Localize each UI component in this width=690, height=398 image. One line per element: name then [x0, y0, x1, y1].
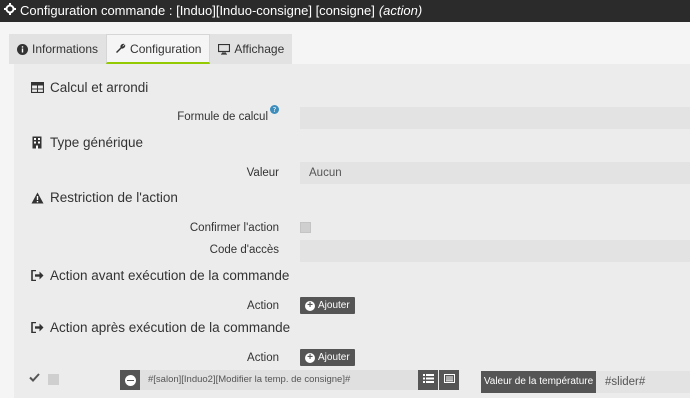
section-post-action-title: Action après exécution de la commande: [30, 320, 290, 335]
list-alt-icon: [443, 374, 455, 386]
access-code-input[interactable]: [300, 240, 690, 262]
window-title: Configuration commande : [Induo][Induo-c…: [20, 3, 375, 18]
formula-input[interactable]: [300, 107, 690, 129]
post-action-add-button[interactable]: + Ajouter: [300, 349, 355, 366]
generic-type-select[interactable]: Aucun: [300, 162, 690, 184]
formula-label-text: Formule de calcul: [177, 111, 268, 123]
minus-circle-icon: [124, 374, 136, 386]
section-generic-label: Type générique: [50, 135, 144, 150]
access-code-label: Code d'accès: [150, 244, 279, 256]
post-action-label-text: Action: [247, 352, 279, 364]
question-circle-icon[interactable]: ?: [270, 105, 279, 116]
pre-action-label-text: Action: [247, 300, 279, 312]
check-icon: [29, 373, 40, 385]
action-enabled-checkbox[interactable]: [48, 374, 59, 385]
section-calcul-title: Calcul et arrondi: [30, 80, 148, 95]
monitor-icon: [218, 43, 231, 55]
tab-informations[interactable]: Informations: [9, 34, 107, 64]
list-icon: [422, 374, 434, 386]
section-generic-title: Type générique: [30, 135, 143, 150]
section-calcul-label: Calcul et arrondi: [50, 80, 149, 95]
tab-informations-label: Informations: [32, 42, 99, 56]
table-icon: [30, 82, 44, 93]
plus-circle-icon: +: [305, 300, 315, 311]
select-action-button[interactable]: [439, 370, 459, 390]
building-icon: [30, 136, 44, 149]
access-code-label-text: Code d'accès: [209, 244, 279, 256]
confirm-action-label-text: Confirmer l'action: [189, 222, 279, 234]
generic-value-label: Valeur: [200, 167, 279, 179]
window-title-type: (action): [378, 3, 423, 18]
formula-label: Formule de calcul: [150, 111, 268, 123]
confirm-action-checkbox[interactable]: [300, 222, 311, 233]
gear-icon: [4, 0, 16, 22]
pre-action-add-label: Ajouter: [318, 300, 350, 311]
modal-content: Informations Configuration Affichage: [0, 22, 690, 398]
pre-action-add-button[interactable]: + Ajouter: [300, 297, 355, 314]
sign-out-icon: [30, 270, 44, 281]
select-command-button[interactable]: [418, 370, 438, 390]
window-title-bar: Configuration commande : [Induo][Induo-c…: [0, 0, 690, 22]
tab-bar: Informations Configuration Affichage: [9, 34, 293, 64]
info-circle-icon: [17, 43, 28, 55]
temperature-value-label: Valeur de la température: [481, 371, 596, 393]
tab-affichage-label: Affichage: [234, 42, 285, 56]
warning-icon: [30, 192, 44, 204]
tab-configuration[interactable]: Configuration: [106, 34, 211, 64]
post-action-label: Action: [200, 352, 279, 364]
sign-out-icon: [30, 322, 44, 333]
pre-action-label: Action: [200, 300, 279, 312]
generic-value-label-text: Valeur: [246, 167, 279, 179]
remove-action-button[interactable]: [120, 370, 140, 390]
temperature-value-input[interactable]: #slider#: [596, 371, 690, 393]
section-restriction-title: Restriction de l'action: [30, 190, 178, 205]
confirm-action-label: Confirmer l'action: [150, 222, 279, 234]
section-pre-action-title: Action avant exécution de la commande: [30, 268, 289, 283]
post-action-add-label: Ajouter: [318, 352, 350, 363]
section-post-action-label: Action après exécution de la commande: [50, 320, 291, 335]
action-command-input[interactable]: #[salon][Induo2][Modifier la temp. de co…: [140, 370, 418, 390]
section-restriction-label: Restriction de l'action: [50, 190, 178, 205]
section-pre-action-label: Action avant exécution de la commande: [50, 268, 290, 283]
tab-configuration-label: Configuration: [130, 41, 202, 56]
plus-circle-icon: +: [305, 352, 315, 363]
svg-text:?: ?: [273, 106, 277, 114]
wrench-icon: [115, 43, 126, 54]
tab-affichage[interactable]: Affichage: [210, 34, 293, 64]
